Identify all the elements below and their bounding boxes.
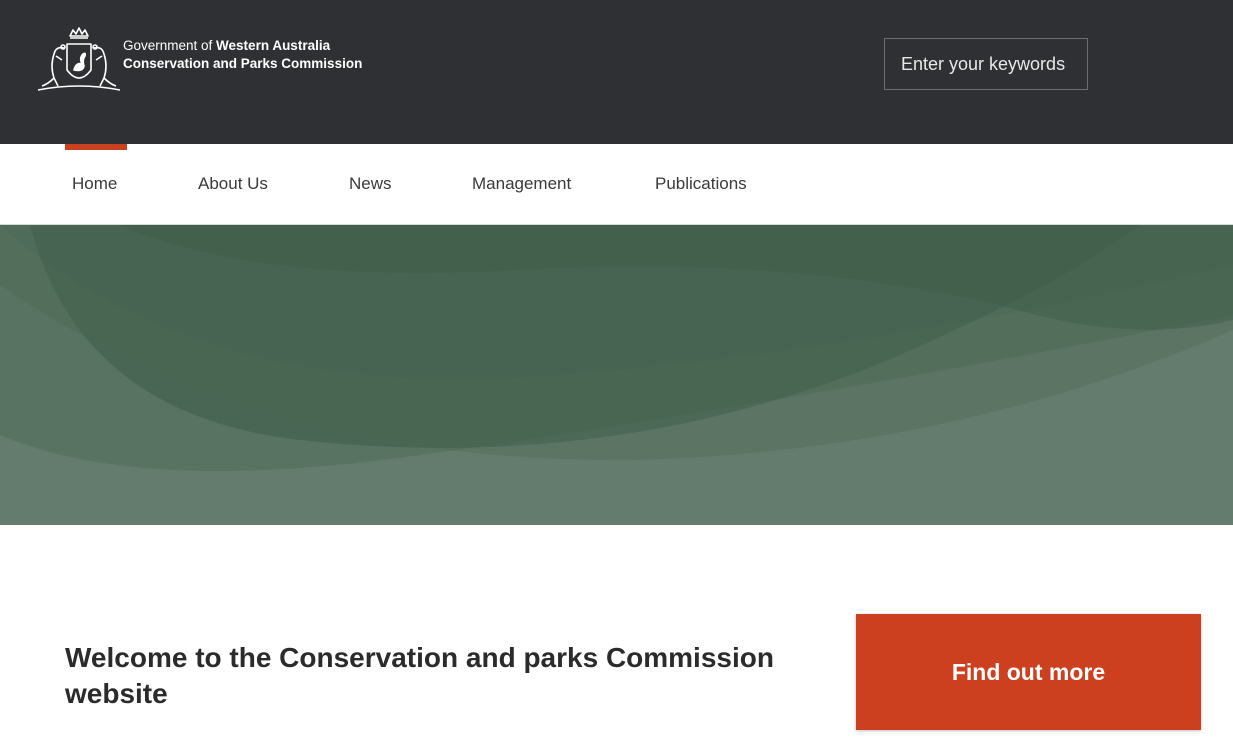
brand-state-name: Western Australia	[216, 38, 331, 53]
nav-item-news[interactable]: News	[349, 144, 392, 224]
brand-government-prefix: Government of	[123, 38, 217, 53]
nav-item-about-us[interactable]: About Us	[198, 144, 268, 224]
find-out-more-button[interactable]: Find out more	[856, 614, 1201, 730]
hero-banner	[0, 225, 1233, 525]
nav-item-management[interactable]: Management	[472, 144, 571, 224]
nav-item-publications[interactable]: Publications	[655, 144, 747, 224]
main-navigation: Home About Us News Management Publicatio…	[0, 144, 1233, 225]
brand-line-government: Government of Western Australia	[123, 37, 362, 55]
search-input[interactable]	[884, 38, 1088, 90]
nav-item-home[interactable]: Home	[72, 144, 117, 224]
brand-title[interactable]: Government of Western Australia Conserva…	[123, 37, 362, 73]
wa-coat-of-arms-icon[interactable]	[34, 26, 124, 96]
brand-agency-name: Conservation and Parks Commission	[123, 56, 363, 71]
site-header: Government of Western Australia Conserva…	[0, 0, 1233, 144]
welcome-heading: Welcome to the Conservation and parks Co…	[65, 642, 774, 709]
banner-wave-graphic	[0, 225, 1233, 525]
